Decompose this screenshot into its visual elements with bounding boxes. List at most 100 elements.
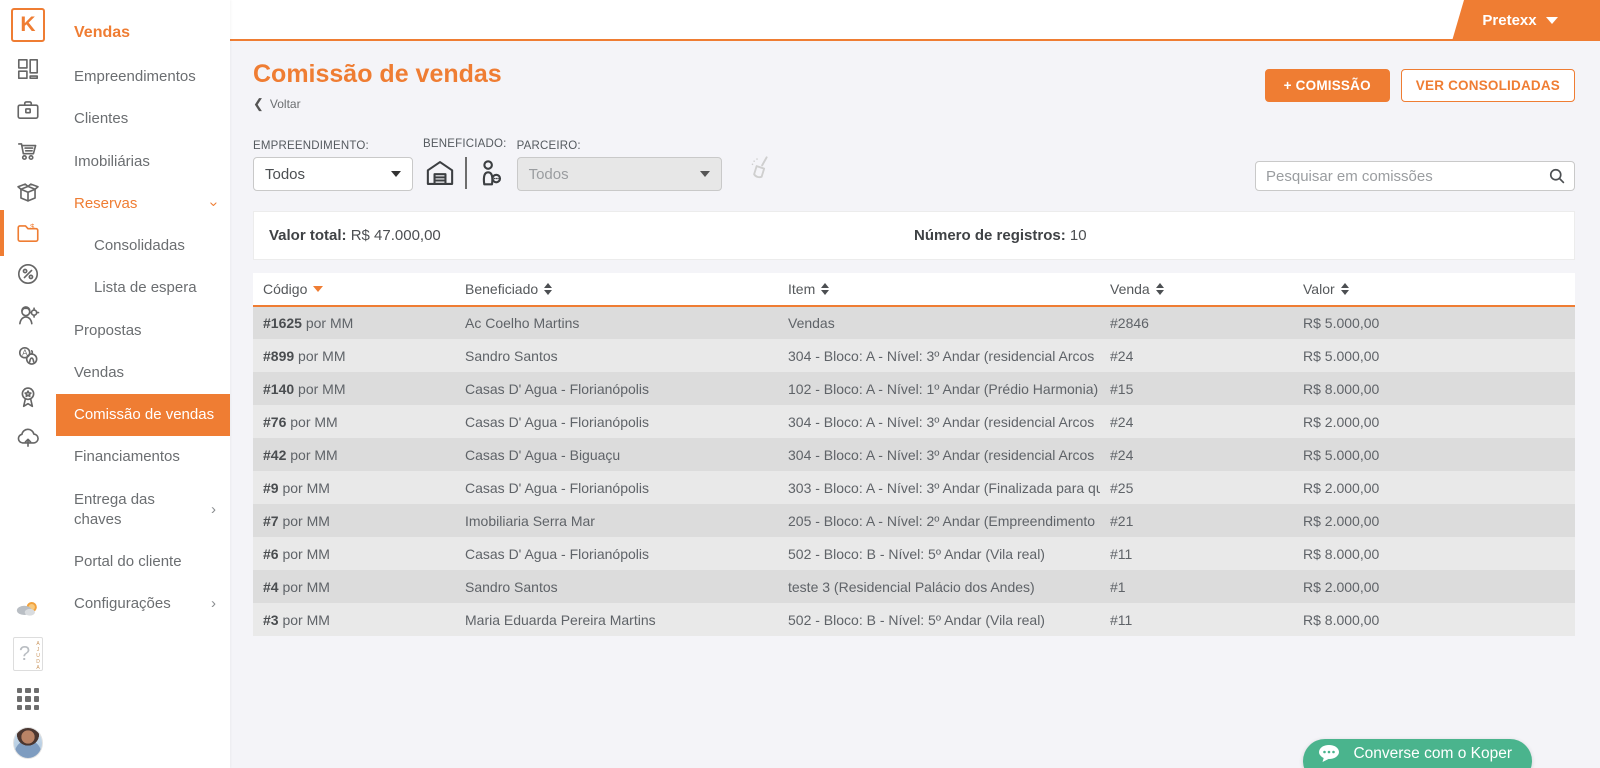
sidebar-item-consolidadas[interactable]: Consolidadas [56,225,230,267]
cell-beneficiado: Sandro Santos [455,339,778,372]
cell-item: 303 - Bloco: A - Nível: 3º Andar (Finali… [778,471,1100,504]
sidebar-item-reservas[interactable]: Reservas› [56,183,230,225]
table-row[interactable]: #4 por MMSandro Santosteste 3 (Residenci… [253,570,1575,603]
table-row[interactable]: #42 por MMCasas D' Agua - Biguaçu304 - B… [253,438,1575,471]
dashboard-icon[interactable] [13,55,43,83]
cell-beneficiado: Casas D' Agua - Florianópolis [455,405,778,438]
chevron-right-icon: › [211,500,216,520]
cell-codigo: #140 por MM [253,372,455,405]
sidebar-item-vendas[interactable]: Vendas [56,352,230,394]
cell-item: 205 - Bloco: A - Nível: 2º Andar (Empree… [778,504,1100,537]
apps-grid-icon[interactable] [13,685,43,713]
column-header-item[interactable]: Item [778,273,1100,306]
table-row[interactable]: #7 por MMImobiliaria Serra Mar205 - Bloc… [253,504,1575,537]
cell-venda: #24 [1100,339,1293,372]
app-logo-letter: K [20,13,35,37]
sidebar-item-configuracoes[interactable]: Configurações› [56,583,230,625]
page-title: Comissão de vendas [253,60,502,89]
sidebar-item-lista-de-espera[interactable]: Lista de espera [56,267,230,309]
cell-venda: #2846 [1100,306,1293,339]
table-row[interactable]: #899 por MMSandro Santos304 - Bloco: A -… [253,339,1575,372]
sidebar-item-comissao-de-vendas[interactable]: Comissão de vendas [56,394,230,436]
column-header-valor[interactable]: Valor [1293,273,1575,306]
cell-codigo: #76 por MM [253,405,455,438]
table-row[interactable]: #140 por MMCasas D' Agua - Florianópolis… [253,372,1575,405]
sidebar-item-entrega-das-chaves[interactable]: Entrega das chaves › [56,479,230,542]
back-label: Voltar [270,97,301,111]
column-header-codigo[interactable]: Código [253,273,455,306]
user-avatar[interactable] [13,726,43,760]
sort-icon [1156,283,1164,295]
percent-icon[interactable] [13,260,43,288]
cell-valor: R$ 2.000,00 [1293,405,1575,438]
sidebar-item-label: Consolidadas [94,236,185,256]
parceiro-value: Todos [529,166,569,183]
sidebar-item-financiamentos[interactable]: Financiamentos [56,436,230,478]
sidebar-item-label: Clientes [74,109,128,129]
icon-rail: K $ A ? AJUDA [0,0,56,768]
tenant-switcher[interactable]: Pretexx [1440,0,1600,41]
sidebar-item-label: Entrega das chaves [74,490,205,531]
beneficiado-label: BENEFICIADO: [423,138,507,150]
cell-valor: R$ 8.000,00 [1293,537,1575,570]
sidebar-item-label: Lista de espera [94,278,197,298]
cell-item: 502 - Bloco: B - Nível: 5º Andar (Vila r… [778,537,1100,570]
help-icon[interactable]: ? AJUDA [13,636,43,672]
cell-valor: R$ 2.000,00 [1293,504,1575,537]
chevron-down-icon: › [203,201,223,206]
chevron-down-icon [1546,17,1558,24]
sidebar-item-portal-do-cliente[interactable]: Portal do cliente [56,541,230,583]
sidebar-section-title: Vendas [56,20,230,56]
cell-venda: #1 [1100,570,1293,603]
parceiro-label: PARCEIRO: [517,140,722,152]
table-row[interactable]: #76 por MMCasas D' Agua - Florianópolis3… [253,405,1575,438]
chat-button[interactable]: Converse com o Koper [1303,739,1532,768]
sidebar-item-clientes[interactable]: Clientes [56,98,230,140]
svg-text:$: $ [30,222,35,231]
registros-value: 10 [1070,227,1087,244]
table-row[interactable]: #6 por MMCasas D' Agua - Florianópolis50… [253,537,1575,570]
add-commission-button[interactable]: + COMISSÃO [1265,69,1390,102]
sidebar-item-imobiliarias[interactable]: Imobiliárias [56,141,230,183]
back-link[interactable]: ❮ Voltar [253,96,301,112]
cart-icon[interactable] [13,137,43,165]
sidebar-item-label: Configurações [74,594,171,614]
sidebar-item-propostas[interactable]: Propostas [56,310,230,352]
view-consolidated-button[interactable]: VER CONSOLIDADAS [1401,69,1575,102]
topbar: Pretexx [230,0,1600,41]
app-logo[interactable]: K [11,8,45,42]
cloud-upload-icon[interactable] [13,424,43,452]
agency-building-icon[interactable] [423,157,457,189]
cell-beneficiado: Ac Coelho Martins [455,306,778,339]
search-input[interactable] [1255,161,1575,191]
medal-icon[interactable] [13,383,43,411]
empreendimento-select[interactable]: Todos [253,157,413,191]
briefcase-icon[interactable] [13,96,43,124]
folder-money-icon[interactable]: $ [13,219,43,247]
sidebar-item-empreendimentos[interactable]: Empreendimentos [56,56,230,98]
table-row[interactable]: #1625 por MMAc Coelho MartinsVendas#2846… [253,306,1575,339]
cell-valor: R$ 2.000,00 [1293,570,1575,603]
column-header-beneficiado[interactable]: Beneficiado [455,273,778,306]
cell-codigo: #4 por MM [253,570,455,603]
search-icon[interactable] [1547,166,1567,191]
weather-icon[interactable] [13,595,43,623]
column-header-venda[interactable]: Venda [1100,273,1293,306]
sidebar-item-label: Comissão de vendas [74,405,214,425]
cell-codigo: #6 por MM [253,537,455,570]
valor-total-value: R$ 47.000,00 [351,227,441,244]
cell-valor: R$ 2.000,00 [1293,471,1575,504]
sidebar-menu: Vendas Empreendimentos Clientes Imobiliári… [56,0,230,768]
broker-person-icon[interactable] [475,157,505,189]
cell-codigo: #1625 por MM [253,306,455,339]
table-row[interactable]: #9 por MMCasas D' Agua - Florianópolis30… [253,471,1575,504]
open-box-icon[interactable] [13,178,43,206]
worker-icon[interactable] [13,301,43,329]
sort-icon [1341,283,1349,295]
numero-registros: Número de registros: 10 [914,227,1559,244]
profiles-icon[interactable]: A [13,342,43,370]
parceiro-select[interactable]: Todos [517,157,722,191]
cell-item: 304 - Bloco: A - Nível: 3º Andar (reside… [778,339,1100,372]
table-row[interactable]: #3 por MMMaria Eduarda Pereira Martins50… [253,603,1575,636]
clear-filters-icon[interactable] [746,153,776,188]
